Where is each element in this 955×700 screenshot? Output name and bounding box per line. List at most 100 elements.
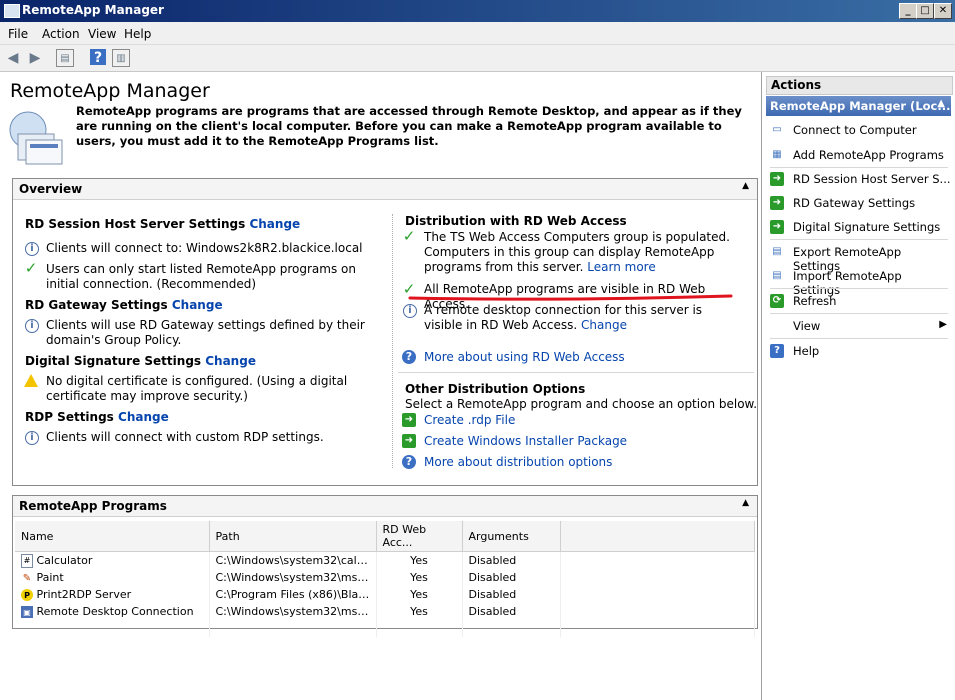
rdsh-line1: Clients will connect to: Windows2k8R2.bl… — [46, 241, 363, 255]
info-icon: i — [25, 319, 39, 333]
programs-header[interactable]: RemoteApp Programs ▲ — [13, 496, 757, 517]
table-row[interactable]: ▣ Remote Desktop Connection C:\Windows\s… — [15, 603, 755, 620]
table-row-empty — [15, 620, 755, 637]
create-msi-link[interactable]: Create Windows Installer Package — [424, 434, 627, 449]
warning-icon — [24, 374, 38, 387]
digsig-settings-title: Digital Signature Settings Change — [25, 354, 256, 368]
programs-title: RemoteApp Programs — [19, 499, 167, 513]
webaccess-title: Distribution with RD Web Access — [405, 214, 627, 228]
menu-view[interactable]: View — [88, 27, 116, 41]
action-connect-to-computer[interactable]: ▭ Connect to Computer — [766, 119, 951, 143]
rdp-line1: Clients will connect with custom RDP set… — [46, 430, 324, 444]
export-icon: ▤ — [772, 246, 782, 257]
remoteapp-monitor-icon — [9, 111, 63, 165]
action-help[interactable]: ? Help — [766, 340, 951, 364]
actions-pane: Actions RemoteApp Manager (Loc... ▲ ▭ Conn… — [762, 72, 955, 700]
digsig-line1: No digital certificate is configured. (U… — [46, 374, 348, 403]
info-icon: i — [403, 304, 417, 318]
action-digital-signature[interactable]: ➜ Digital Signature Settings — [766, 216, 951, 240]
paint-icon: ✎ — [22, 573, 32, 584]
action-export-settings[interactable]: ▤ Export RemoteApp Settings — [766, 241, 951, 273]
more-distribution-link[interactable]: More about distribution options — [424, 455, 612, 470]
rdp-settings-title: RDP Settings Change — [25, 410, 169, 424]
menu-action[interactable]: Action — [42, 27, 80, 41]
check-icon: ✓ — [402, 227, 416, 245]
submenu-arrow-icon: ▶ — [939, 319, 947, 330]
window-title: RemoteApp Manager — [22, 3, 164, 17]
check-icon: ✓ — [24, 259, 38, 277]
separator — [770, 288, 948, 289]
action-refresh[interactable]: ⟳ Refresh — [766, 290, 951, 314]
action-import-settings[interactable]: ▤ Import RemoteApp Settings — [766, 265, 951, 297]
close-button[interactable]: ✕ — [934, 3, 952, 19]
forward-arrow-icon[interactable]: ▶ — [26, 49, 44, 67]
menu-bar: File Action View Help — [0, 22, 955, 45]
gateway-line1: Clients will use RD Gateway settings def… — [46, 318, 365, 347]
overview-header[interactable]: Overview ▲ — [13, 179, 757, 200]
maximize-button[interactable]: □ — [916, 3, 934, 19]
refresh-icon: ⟳ — [770, 294, 784, 308]
col-empty — [560, 521, 755, 552]
help-icon: ? — [770, 344, 784, 358]
info-icon: i — [25, 242, 39, 256]
help-icon: ? — [402, 350, 416, 364]
menu-file[interactable]: File — [8, 27, 28, 41]
app-icon — [4, 4, 20, 18]
col-rdweb[interactable]: RD Web Acc... — [376, 521, 463, 552]
menu-help[interactable]: Help — [124, 27, 151, 41]
collapse-caret-icon[interactable]: ▲ — [742, 498, 749, 508]
back-arrow-icon[interactable]: ◀ — [4, 49, 22, 67]
table-row[interactable]: ✎ Paint C:\Windows\system32\mspai... Yes… — [15, 569, 755, 586]
col-arguments[interactable]: Arguments — [462, 521, 561, 552]
collapse-caret-icon[interactable]: ▲ — [937, 98, 945, 109]
rdsh-change-link[interactable]: Change — [249, 217, 300, 231]
webaccess-change-link[interactable]: Change — [581, 318, 627, 332]
programs-table: Name Path RD Web Acc... Arguments # Calc… — [15, 521, 755, 637]
help-icon[interactable]: ? — [90, 49, 106, 66]
table-row[interactable]: P Print2RDP Server C:\Program Files (x86… — [15, 586, 755, 603]
remote-desktop-icon: ▣ — [21, 606, 33, 618]
console-tree-icon[interactable]: ▤ — [56, 49, 74, 67]
action-add-remoteapp-programs[interactable]: ▦ Add RemoteApp Programs — [766, 144, 951, 168]
separator — [770, 239, 948, 240]
more-webaccess-link[interactable]: More about using RD Web Access — [424, 350, 625, 365]
action-gateway-settings[interactable]: ➜ RD Gateway Settings — [766, 192, 951, 216]
toolbar: ◀ ▶ ▤ ? ▥ — [0, 45, 955, 72]
help-icon: ? — [402, 455, 416, 469]
table-row[interactable]: # Calculator C:\Windows\system32\calc.ex… — [15, 551, 755, 569]
section-divider — [398, 372, 754, 373]
collapse-caret-icon[interactable]: ▲ — [742, 181, 749, 191]
computer-icon: ▭ — [772, 124, 782, 135]
minimize-button[interactable]: _ — [899, 3, 917, 19]
col-name[interactable]: Name — [15, 521, 210, 552]
actions-subheader[interactable]: RemoteApp Manager (Loc... ▲ — [766, 96, 951, 116]
action-view[interactable]: View ▶ — [766, 315, 951, 339]
calculator-icon: # — [21, 553, 33, 568]
action-pane-icon[interactable]: ▥ — [112, 49, 130, 67]
add-program-icon: ▦ — [772, 149, 782, 160]
print2rdp-icon: P — [21, 589, 33, 601]
webaccess-line1: The TS Web Access Computers group is pop… — [424, 230, 730, 274]
page-description: RemoteApp programs are programs that are… — [76, 104, 742, 148]
separator — [770, 338, 948, 339]
rdsh-line2: Users can only start listed RemoteApp pr… — [46, 262, 356, 291]
col-path[interactable]: Path — [209, 521, 377, 552]
green-arrow-icon: ➜ — [770, 196, 784, 210]
green-arrow-icon: ➜ — [402, 413, 416, 427]
column-divider — [392, 214, 393, 468]
actions-header: Actions — [766, 76, 953, 95]
programs-section: RemoteApp Programs ▲ Name Path RD Web Ac… — [12, 495, 758, 637]
gateway-change-link[interactable]: Change — [172, 298, 223, 312]
other-options-title: Other Distribution Options — [405, 382, 586, 396]
green-arrow-icon: ➜ — [770, 220, 784, 234]
green-arrow-icon: ➜ — [402, 434, 416, 448]
create-rdp-link[interactable]: Create .rdp File — [424, 413, 515, 428]
import-icon: ▤ — [772, 270, 782, 281]
learn-more-link[interactable]: Learn more — [587, 260, 655, 274]
red-highlight-underline — [408, 294, 733, 301]
digsig-change-link[interactable]: Change — [205, 354, 256, 368]
page-title: RemoteApp Manager — [10, 80, 210, 102]
overview-title: Overview — [19, 182, 83, 196]
action-rdsh-settings[interactable]: ➜ RD Session Host Server S... — [766, 168, 951, 192]
rdp-change-link[interactable]: Change — [118, 410, 169, 424]
